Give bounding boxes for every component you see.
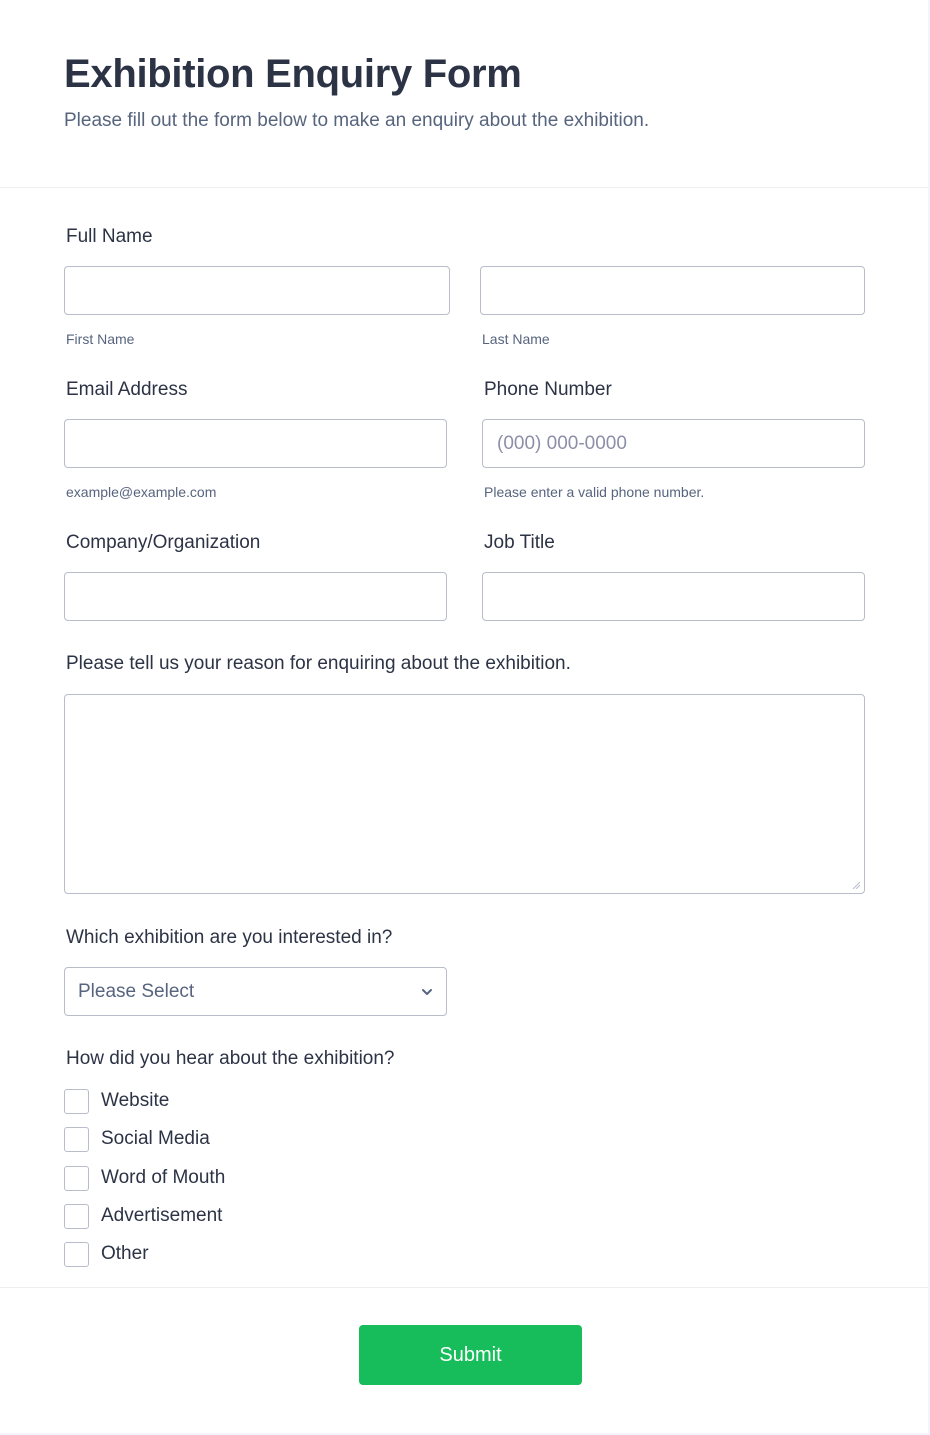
source-label: How did you hear about the exhibition?	[66, 1048, 395, 1069]
checkbox-word-of-mouth[interactable]	[64, 1166, 89, 1191]
checkbox-social-media[interactable]	[64, 1127, 89, 1152]
form-header: Exhibition Enquiry Form Please fill out …	[0, 0, 928, 188]
job-title-input[interactable]	[482, 572, 865, 621]
submit-button[interactable]: Submit	[359, 1325, 582, 1385]
checkbox-website[interactable]	[64, 1089, 89, 1114]
reason-textarea[interactable]	[64, 694, 865, 894]
phone-sublabel: Please enter a valid phone number.	[484, 484, 705, 500]
resize-grip-icon[interactable]	[852, 881, 860, 889]
company-label: Company/Organization	[66, 532, 261, 553]
exhibition-select[interactable]: Please Select	[64, 967, 447, 1016]
checkbox-label[interactable]: Advertisement	[101, 1205, 222, 1227]
form-card: Exhibition Enquiry Form Please fill out …	[0, 0, 928, 1433]
checkbox-label[interactable]: Other	[101, 1243, 149, 1265]
job-title-label: Job Title	[484, 532, 555, 553]
checkbox-advertisement[interactable]	[64, 1204, 89, 1229]
form-subtitle: Please fill out the form below to make a…	[64, 110, 650, 131]
last-name-sublabel: Last Name	[482, 331, 550, 347]
phone-input[interactable]	[482, 419, 865, 468]
checkbox-label[interactable]: Word of Mouth	[101, 1167, 225, 1189]
company-input[interactable]	[64, 572, 447, 621]
footer-divider	[0, 1287, 928, 1288]
exhibition-select-value: Please Select	[78, 981, 195, 1002]
email-label: Email Address	[66, 379, 188, 400]
reason-label: Please tell us your reason for enquiring…	[66, 653, 571, 674]
first-name-sublabel: First Name	[66, 331, 135, 347]
chevron-down-icon	[422, 989, 432, 995]
email-sublabel: example@example.com	[66, 484, 217, 500]
full-name-label: Full Name	[66, 226, 153, 247]
phone-label: Phone Number	[484, 379, 612, 400]
checkbox-label[interactable]: Social Media	[101, 1128, 210, 1150]
checkbox-other[interactable]	[64, 1242, 89, 1267]
first-name-input[interactable]	[64, 266, 450, 315]
exhibition-label: Which exhibition are you interested in?	[66, 927, 393, 948]
checkbox-label[interactable]: Website	[101, 1090, 169, 1112]
email-input[interactable]	[64, 419, 447, 468]
form-title: Exhibition Enquiry Form	[64, 52, 522, 96]
last-name-input[interactable]	[480, 266, 865, 315]
